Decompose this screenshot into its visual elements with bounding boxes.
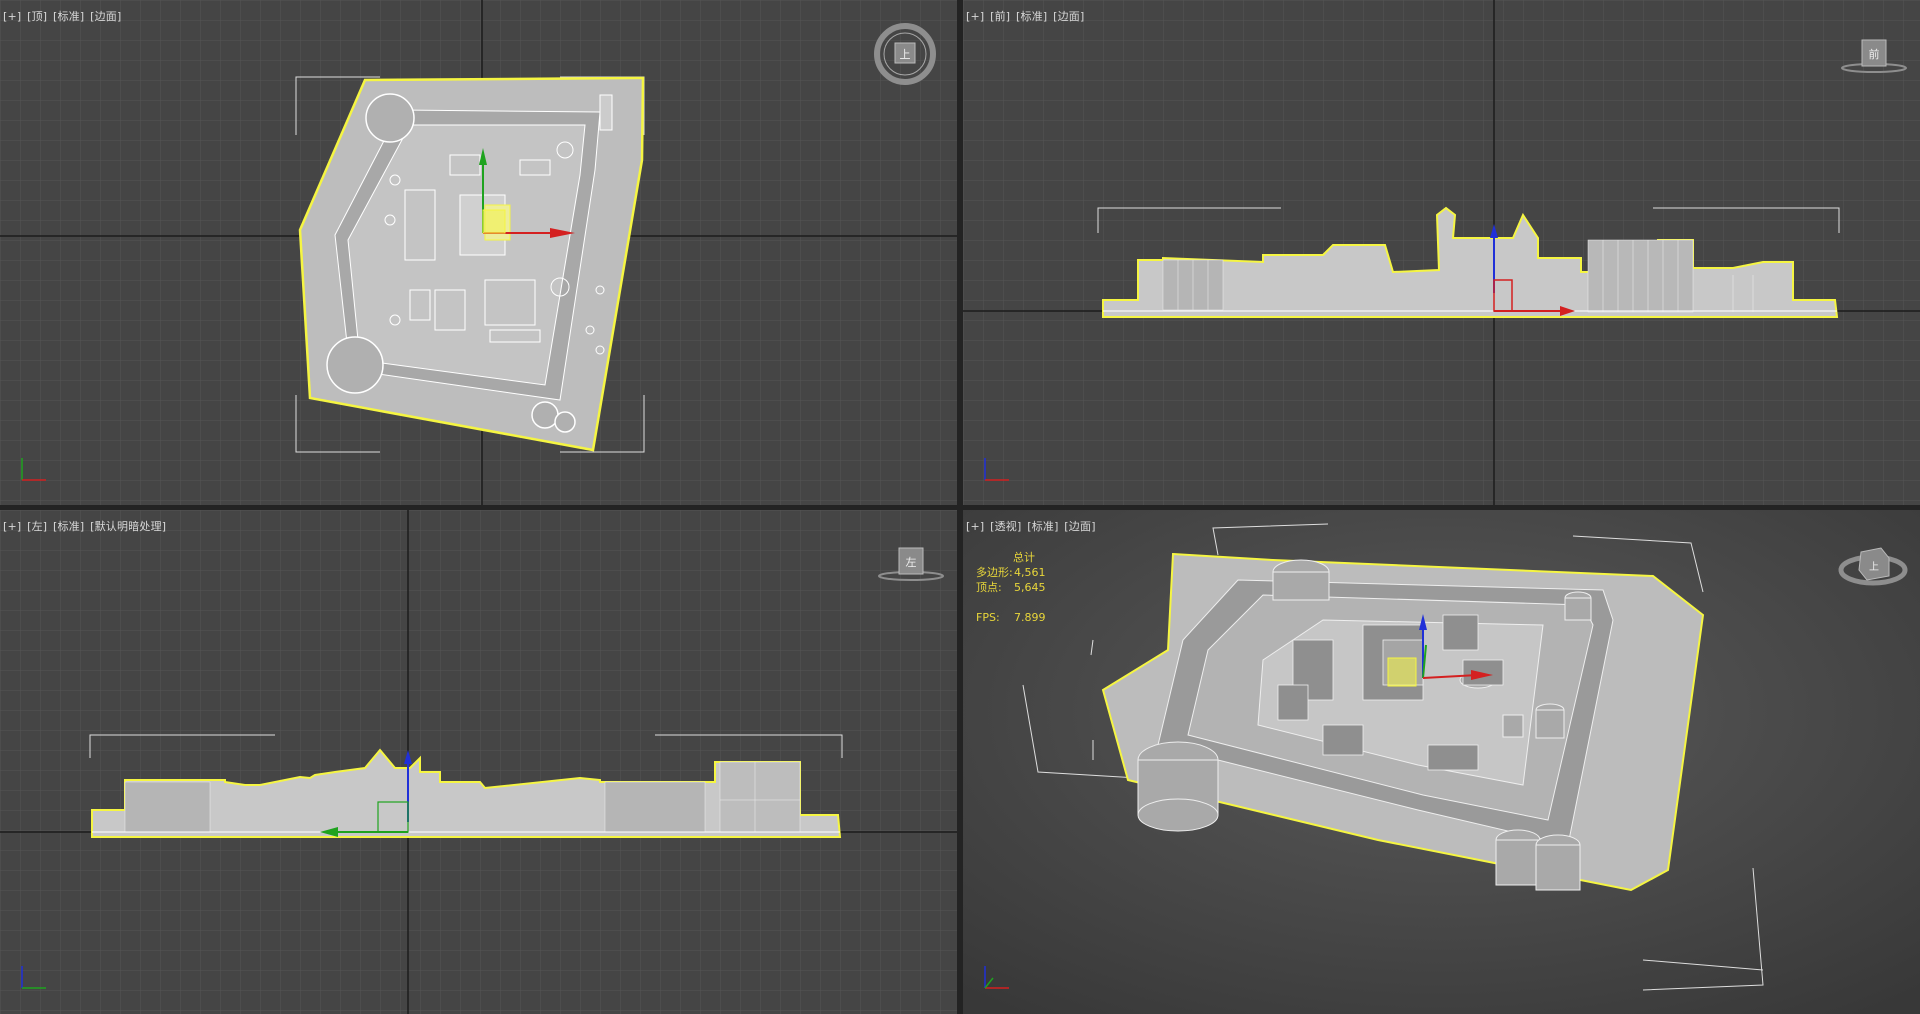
viewport-shading-mode[interactable]: [默认明暗处理] [90,520,166,533]
viewcube-left[interactable]: 左 [876,544,946,584]
stats-polys-label: 多边形: [976,566,1013,579]
viewport-render-mode[interactable]: [标准] [1027,520,1058,533]
viewport-render-mode[interactable]: [标准] [53,520,84,533]
viewport-left[interactable]: [+] [左] [标准] [默认明暗处理] 左 [0,510,957,1014]
viewport-perspective-label[interactable]: [+] [透视] [标准] [边面] [966,518,1098,534]
axis-tripod-icon [21,458,46,481]
viewport-menu-plus[interactable]: [+] [3,10,21,23]
viewport-view-name[interactable]: [透视] [990,520,1021,533]
viewport-render-mode[interactable]: [标准] [1016,10,1047,23]
stats-header: 总计 [1013,551,1035,564]
viewcube-front[interactable]: 前 [1839,36,1909,76]
axis-tripod-icon [984,458,1009,481]
stats-verts-label: 顶点: [976,581,1002,594]
viewcube-face-label: 前 [1869,47,1880,61]
viewport-menu-plus[interactable]: [+] [966,10,984,23]
viewport-perspective[interactable]: [+] [透视] [标准] [边面] 总计 多边形: 4,561 顶点: 5,645… [963,510,1920,1014]
stats-verts-value: 5,645 [1014,581,1046,594]
axis-tripod-icon [984,966,1009,989]
viewport-top[interactable]: [+] [顶] [标准] [边面] 上 [0,0,957,505]
viewport-front[interactable]: [+] [前] [标准] [边面] 前 [963,0,1920,505]
viewport-top-label[interactable]: [+] [顶] [标准] [边面] [3,8,123,24]
viewport-shading-mode[interactable]: [边面] [90,10,121,23]
statistics-overlay: 总计 多边形: 4,561 顶点: 5,645 FPS: 7.899 [976,550,1046,625]
castle-top-plan [298,76,645,452]
viewport-render-mode[interactable]: [标准] [53,10,84,23]
viewport-menu-plus[interactable]: [+] [3,520,21,533]
left-view-scene[interactable] [0,510,957,1014]
viewport-left-label[interactable]: [+] [左] [标准] [默认明暗处理] [3,518,168,534]
stats-fps-label: FPS: [976,611,1000,624]
viewport-shading-mode[interactable]: [边面] [1053,10,1084,23]
viewport-view-name[interactable]: [前] [990,10,1010,23]
viewport-front-label[interactable]: [+] [前] [标准] [边面] [966,8,1086,24]
viewcube-face-label: 上 [900,48,911,61]
stats-polys-value: 4,561 [1014,566,1046,579]
top-view-scene[interactable] [0,0,957,505]
viewcube-top[interactable]: 上 [872,22,938,92]
viewport-view-name[interactable]: [左] [27,520,47,533]
viewcube-perspective[interactable]: 上 [1837,540,1909,590]
viewport-menu-plus[interactable]: [+] [966,520,984,533]
front-view-scene[interactable] [963,0,1920,505]
axis-tripod-icon [21,966,46,989]
viewcube-face-label: 上 [1869,561,1879,573]
perspective-view-scene[interactable] [963,510,1920,1014]
viewport-shading-mode[interactable]: [边面] [1064,520,1095,533]
viewcube-face-label: 左 [906,556,917,569]
viewport-view-name[interactable]: [顶] [27,10,47,23]
stats-fps-value: 7.899 [1014,611,1046,624]
